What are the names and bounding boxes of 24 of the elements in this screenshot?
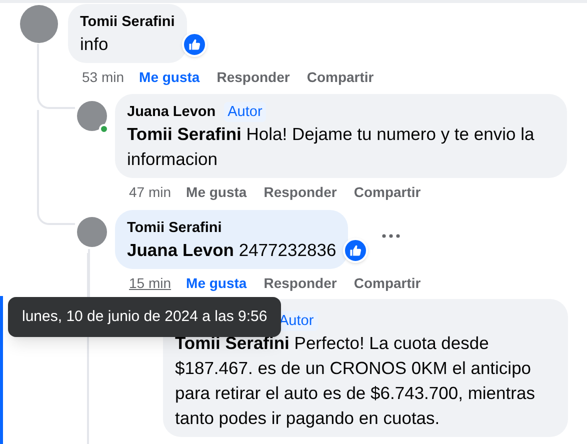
- timestamp-link[interactable]: 47 min: [129, 182, 172, 202]
- action-link[interactable]: Responder: [264, 182, 337, 202]
- action-link[interactable]: Compartir: [354, 273, 421, 293]
- avatar[interactable]: [20, 5, 58, 43]
- more-icon[interactable]: [382, 234, 400, 238]
- action-link[interactable]: Responder: [264, 273, 337, 293]
- comment-text: info: [80, 33, 110, 56]
- action-link[interactable]: Compartir: [354, 182, 421, 202]
- comment-text: Juana Levon 2477232836: [127, 239, 336, 262]
- action-link[interactable]: Responder: [216, 67, 290, 87]
- comment-text: Tomii Serafini Hola! Dejame tu numero y te envio la informacion: [127, 123, 536, 171]
- author-name[interactable]: Juana Levon: [127, 102, 216, 122]
- timestamp-link[interactable]: 15 min: [129, 273, 172, 293]
- timestamp-link[interactable]: 53 min: [82, 67, 124, 87]
- action-link[interactable]: Compartir: [306, 67, 374, 87]
- author-badge: Autor: [224, 102, 266, 122]
- avatar[interactable]: [77, 217, 107, 247]
- author-name[interactable]: Tomii Serafini: [80, 12, 175, 32]
- author-name[interactable]: Tomii Serafini: [127, 218, 222, 238]
- like-link[interactable]: Me gusta: [186, 273, 247, 293]
- like-link[interactable]: Me gusta: [186, 182, 247, 202]
- avatar[interactable]: [77, 101, 107, 131]
- like-link[interactable]: Me gusta: [139, 67, 200, 87]
- date-tooltip: lunes, 10 de junio de 2024 a las 9:56: [8, 297, 282, 337]
